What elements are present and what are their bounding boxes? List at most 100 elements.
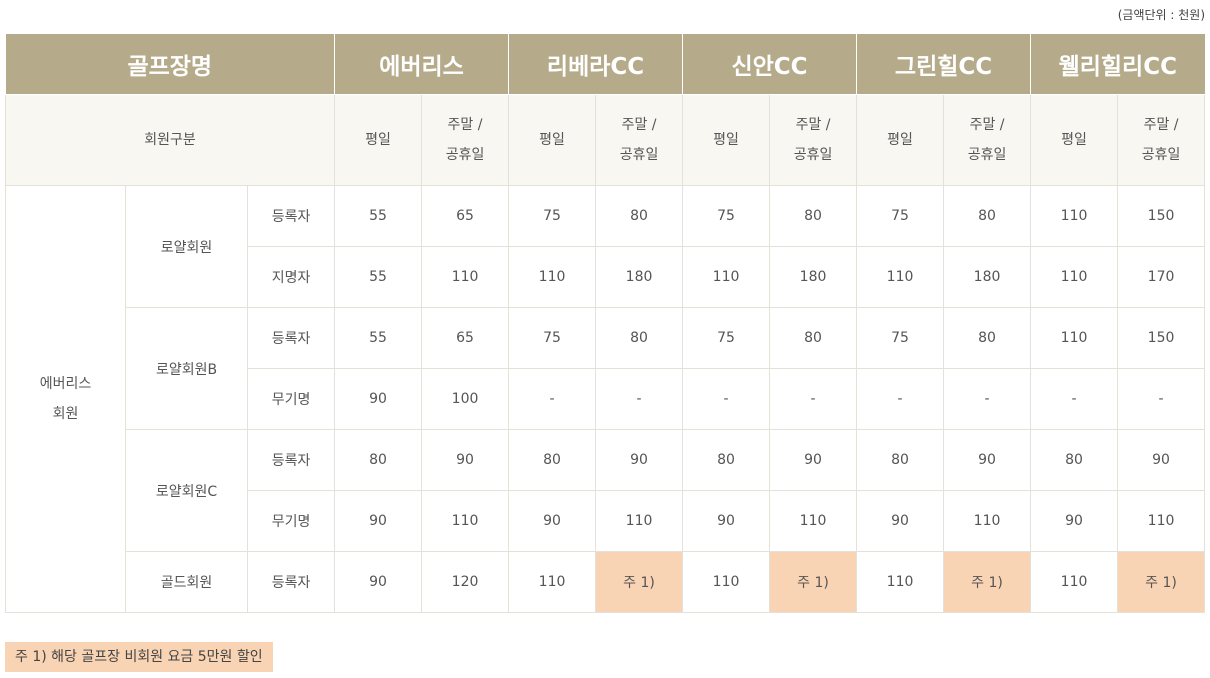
fee-cell: 80	[1030, 429, 1119, 491]
fee-cell: 90	[334, 490, 423, 552]
fee-cell: 110	[769, 490, 858, 552]
membership-cell: 로얄회원C	[125, 429, 248, 552]
fee-cell: 80	[769, 307, 858, 369]
fee-cell: 110	[1030, 551, 1119, 613]
fee-cell: 90	[508, 490, 597, 552]
fee-cell: 주 1)	[1117, 551, 1206, 613]
fee-cell: 90	[334, 368, 423, 430]
footnote: 주 1) 해당 골프장 비회원 요금 5만원 할인	[5, 642, 273, 672]
holder-type-cell: 등록자	[246, 429, 336, 491]
fee-cell: 180	[943, 246, 1032, 308]
table-row: 골드회원 등록자 90 120 110 주 1) 110 주 1) 110 주 1) 110 주 1)	[6, 551, 1206, 613]
fee-cell: 90	[856, 490, 945, 552]
weekday-header: 평일	[682, 94, 771, 186]
fee-cell: 주 1)	[943, 551, 1032, 613]
fee-cell: -	[595, 368, 684, 430]
fee-cell: 75	[682, 307, 771, 369]
fee-cell: 110	[856, 246, 945, 308]
fee-cell: 주 1)	[769, 551, 858, 613]
fee-cell: 120	[421, 551, 510, 613]
fee-cell: 150	[1117, 307, 1206, 369]
fee-cell: 80	[334, 429, 423, 491]
fee-cell: 90	[1030, 490, 1119, 552]
fee-cell: 110	[421, 246, 510, 308]
fee-cell: 90	[1117, 429, 1206, 491]
course-header: 그린힐CC	[856, 34, 1032, 95]
fee-cell: 80	[595, 307, 684, 369]
fee-cell: 65	[421, 185, 510, 247]
fee-cell: 180	[595, 246, 684, 308]
fee-cell: 80	[769, 185, 858, 247]
weekend-header: 주말 / 공휴일	[769, 94, 858, 186]
weekend-header: 주말 / 공휴일	[943, 94, 1032, 186]
fee-cell: 110	[595, 490, 684, 552]
fee-cell: 90	[682, 490, 771, 552]
fee-cell: 170	[1117, 246, 1206, 308]
fee-cell: 110	[682, 551, 771, 613]
fee-cell: 75	[856, 185, 945, 247]
fee-cell: -	[943, 368, 1032, 430]
course-name-header: 골프장명	[5, 34, 336, 95]
weekend-header: 주말 / 공휴일	[421, 94, 510, 186]
course-header: 신안CC	[682, 34, 858, 95]
fee-cell: 80	[595, 185, 684, 247]
fee-cell: 90	[334, 551, 423, 613]
fee-cell: 100	[421, 368, 510, 430]
fee-cell: 110	[508, 246, 597, 308]
fee-cell: 150	[1117, 185, 1206, 247]
fee-cell: 80	[682, 429, 771, 491]
fee-cell: 110	[1030, 307, 1119, 369]
fee-cell: 90	[421, 429, 510, 491]
fee-cell: 110	[421, 490, 510, 552]
fee-cell: -	[682, 368, 771, 430]
fee-cell: 75	[682, 185, 771, 247]
fee-cell: 55	[334, 307, 423, 369]
fee-cell: 110	[1030, 246, 1119, 308]
table-row: 로얄회원B 등록자 55 65 75 80 75 80 75 80 110 150	[6, 307, 1206, 430]
fee-cell: 65	[421, 307, 510, 369]
fee-cell: 110	[682, 246, 771, 308]
fee-cell: 90	[943, 429, 1032, 491]
weekday-header: 평일	[1030, 94, 1119, 186]
member-fee-table: 골프장명 에버리스 리베라CC 신안CC 그린힐CC 웰리힐리CC 회원구분 평…	[4, 34, 1206, 613]
fee-cell: 90	[769, 429, 858, 491]
fee-cell: 180	[769, 246, 858, 308]
fee-cell: 55	[334, 185, 423, 247]
fee-cell: 110	[856, 551, 945, 613]
weekend-header: 주말 / 공휴일	[595, 94, 684, 186]
course-header: 에버리스	[334, 34, 510, 95]
weekday-header: 평일	[334, 94, 423, 186]
holder-type-cell: 지명자	[246, 246, 336, 308]
fee-cell: 주 1)	[595, 551, 684, 613]
fee-cell: 110	[1117, 490, 1206, 552]
holder-type-cell: 무기명	[246, 368, 336, 430]
fee-cell: 90	[595, 429, 684, 491]
weekday-header: 평일	[856, 94, 945, 186]
fee-cell: -	[1117, 368, 1206, 430]
fee-cell: 75	[508, 307, 597, 369]
holder-type-cell: 등록자	[246, 185, 336, 247]
table-row: 로얄회원C 등록자 80 90 80 90 80 90 80 90 80 90	[6, 429, 1206, 552]
member-group-cell: 에버리스 회원	[5, 185, 126, 613]
course-header: 리베라CC	[508, 34, 684, 95]
fee-cell: 75	[508, 185, 597, 247]
fee-cell: -	[856, 368, 945, 430]
weekend-header: 주말 / 공휴일	[1117, 94, 1206, 186]
fee-cell: 110	[508, 551, 597, 613]
fee-cell: 110	[943, 490, 1032, 552]
fee-cell: 80	[943, 307, 1032, 369]
fee-table-body: 에버리스 회원 로얄회원 등록자 55 65 75 80 75 80 75 80 110 150 지명자 55…	[5, 185, 1206, 613]
membership-cell: 로얄회원	[125, 185, 248, 308]
fee-cell: -	[1030, 368, 1119, 430]
weekday-header: 평일	[508, 94, 597, 186]
membership-cell: 로얄회원B	[125, 307, 248, 430]
fee-cell: -	[508, 368, 597, 430]
fee-cell: 110	[1030, 185, 1119, 247]
holder-type-cell: 무기명	[246, 490, 336, 552]
fee-cell: 55	[334, 246, 423, 308]
membership-cell: 골드회원	[125, 551, 248, 613]
unit-label: (금액단위 : 천원)	[1117, 8, 1205, 22]
fee-cell: 80	[943, 185, 1032, 247]
holder-type-cell: 등록자	[246, 307, 336, 369]
fee-cell: 80	[856, 429, 945, 491]
